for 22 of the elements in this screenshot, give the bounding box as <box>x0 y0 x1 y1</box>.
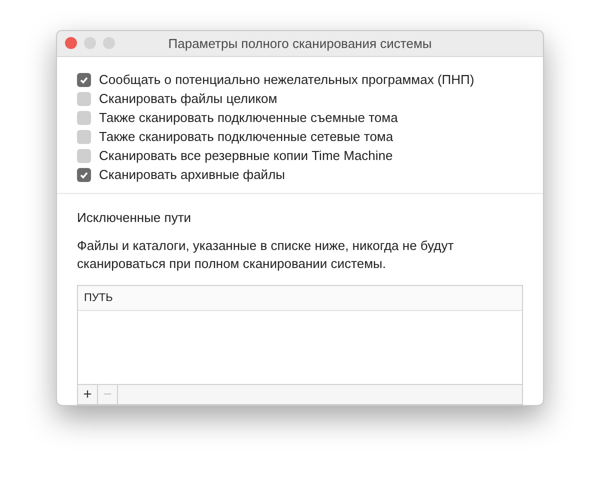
checkbox[interactable] <box>77 72 91 86</box>
checkbox-label: Сканировать все резервные копии Time Machine <box>99 146 393 165</box>
section-description: Файлы и каталоги, указанные в списке ниже, никогда не будут сканироваться при полном сканировании системы. <box>77 237 455 273</box>
column-header[interactable]: ПУТЬ <box>78 290 113 306</box>
window-control-button[interactable] <box>103 37 115 50</box>
window-control-button[interactable] <box>84 37 96 50</box>
checkbox-label: Сканировать файлы целиком <box>99 90 278 108</box>
checkbox[interactable] <box>77 148 91 162</box>
checkbox-label: Сканировать архивные файлы <box>99 166 285 184</box>
window-title: Параметры полного сканирования системы <box>168 34 432 53</box>
checkbox[interactable] <box>77 130 91 144</box>
checkbox[interactable] <box>77 92 91 106</box>
checkbox-label: Также сканировать подключенные съемные тома <box>99 108 398 127</box>
checkbox[interactable] <box>77 110 91 124</box>
section-title: Исключенные пути <box>77 208 192 227</box>
checkbox-label: Сообщать о потенциально нежелательных программах (ПНП) <box>99 70 474 89</box>
window-control-button[interactable] <box>65 37 77 50</box>
checkmark-icon <box>79 170 89 180</box>
checkbox[interactable] <box>77 168 91 182</box>
add-button[interactable]: + <box>78 385 98 404</box>
checkmark-icon <box>79 74 89 84</box>
checkbox-label: Также сканировать подключенные сетевые тома <box>99 128 394 146</box>
